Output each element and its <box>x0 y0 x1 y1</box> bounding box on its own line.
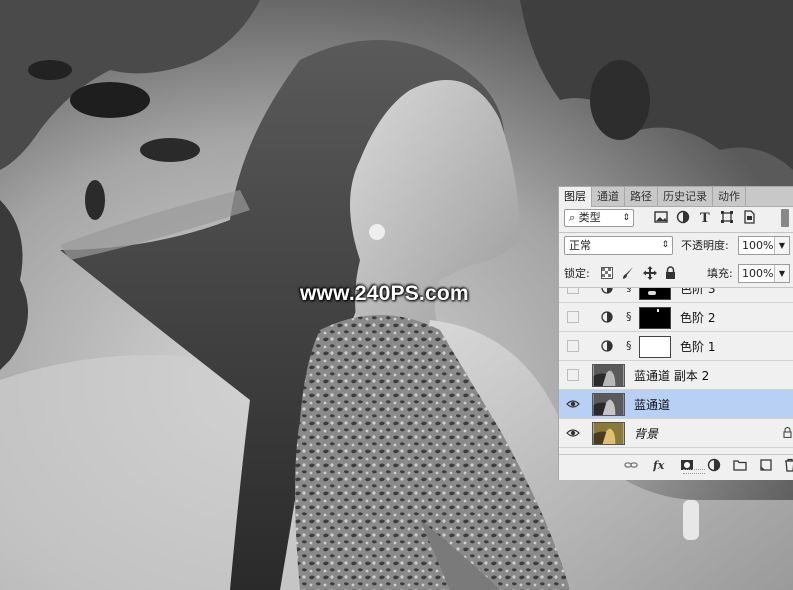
lock-label: 锁定: <box>564 267 590 280</box>
chain-link-icon[interactable]: § <box>626 288 632 294</box>
chevron-down-icon[interactable]: ▼ <box>774 237 789 254</box>
fill-label: 填充: <box>707 267 733 280</box>
filter-kind-select[interactable]: ⌕ 类型 ⇕ <box>564 209 634 227</box>
new-layer-icon[interactable] <box>759 458 773 472</box>
levels-adjustment-icon <box>601 288 613 294</box>
mask-spot <box>648 291 656 295</box>
tab-channels[interactable]: 通道 <box>592 187 625 206</box>
eye-icon[interactable] <box>566 397 580 411</box>
layer-name: 色阶 3 <box>680 288 716 296</box>
layer-thumbnail[interactable] <box>592 393 625 416</box>
link-icon[interactable] <box>624 458 638 472</box>
layers-list: § 色阶 3 § 色阶 2 § 色阶 1 蓝通道 <box>559 288 793 452</box>
layers-panel: 图层 通道 路径 历史记录 动作 ⌕ 类型 ⇕ T 正常 ⇕ 不透明度: 100… <box>558 186 793 480</box>
svg-text:T: T <box>700 211 710 224</box>
lock-all-icon[interactable] <box>665 266 676 280</box>
type-filter-icon[interactable]: T <box>698 210 712 224</box>
tab-history[interactable]: 历史记录 <box>658 187 713 206</box>
layer-row[interactable]: § 色阶 1 <box>559 332 793 361</box>
mask-spot <box>657 309 659 312</box>
svg-text:fx: fx <box>653 459 665 472</box>
visibility-toggle[interactable] <box>567 340 579 352</box>
layer-row[interactable]: § 色阶 2 <box>559 303 793 332</box>
layer-name: 背景 <box>634 427 659 441</box>
layer-row[interactable]: § 色阶 3 <box>559 288 793 303</box>
layer-mask-thumbnail[interactable] <box>639 307 671 329</box>
layer-thumbnail[interactable] <box>592 364 625 387</box>
adjustment-filter-icon[interactable] <box>676 210 690 224</box>
resize-grip[interactable] <box>683 469 705 474</box>
updown-arrow-icon: ⇕ <box>622 213 630 223</box>
tab-paths[interactable]: 路径 <box>625 187 658 206</box>
filter-toggle-switch[interactable] <box>781 209 789 227</box>
lock-position-move-icon[interactable] <box>643 266 657 280</box>
tab-layers[interactable]: 图层 <box>559 187 592 207</box>
layer-row[interactable]: 蓝通道 副本 2 <box>559 361 793 390</box>
divider <box>559 232 793 233</box>
smart-object-filter-icon[interactable] <box>742 210 756 224</box>
layer-name: 色阶 1 <box>680 340 716 354</box>
layer-thumbnail[interactable] <box>592 422 625 445</box>
blend-mode-value: 正常 <box>569 239 591 252</box>
opacity-label: 不透明度: <box>681 239 729 252</box>
visibility-toggle[interactable] <box>567 369 579 381</box>
opacity-input[interactable]: 100% ▼ <box>738 236 790 255</box>
layer-mask-thumbnail[interactable] <box>639 336 671 358</box>
blend-row: 正常 ⇕ 不透明度: 100% ▼ <box>563 236 790 258</box>
lock-icon <box>783 427 792 438</box>
blend-mode-select[interactable]: 正常 ⇕ <box>564 236 673 255</box>
image-filter-icon[interactable] <box>654 210 668 224</box>
layer-row-selected[interactable]: 蓝通道 <box>559 390 793 419</box>
folder-icon[interactable] <box>733 458 747 472</box>
chevron-down-icon[interactable]: ▼ <box>774 265 789 282</box>
fx-icon[interactable]: fx <box>653 458 667 472</box>
chain-link-icon[interactable]: § <box>626 310 632 323</box>
adjustment-icon[interactable] <box>707 458 721 472</box>
watermark-text: www.240PS.com <box>300 282 469 305</box>
panel-tabs: 图层 通道 路径 历史记录 动作 <box>559 187 793 207</box>
lock-pixels-brush-icon[interactable] <box>621 266 635 280</box>
levels-adjustment-icon <box>601 311 613 323</box>
eye-icon[interactable] <box>566 426 580 440</box>
visibility-toggle[interactable] <box>567 311 579 323</box>
layer-name: 蓝通道 副本 2 <box>634 369 710 383</box>
layer-name: 蓝通道 <box>634 398 671 412</box>
filter-row: ⌕ 类型 ⇕ T <box>563 209 790 229</box>
layer-name: 色阶 2 <box>680 311 716 325</box>
opacity-value: 100% <box>742 239 774 252</box>
tab-actions[interactable]: 动作 <box>713 187 746 206</box>
fill-input[interactable]: 100% ▼ <box>738 264 790 283</box>
shape-filter-icon[interactable] <box>720 210 734 224</box>
layer-row[interactable]: 背景 <box>559 419 793 448</box>
fill-value: 100% <box>742 267 774 280</box>
lock-row: 锁定: 填充: 100% ▼ <box>563 264 790 286</box>
layers-bottom-bar: fx <box>559 454 793 475</box>
chain-link-icon[interactable]: § <box>626 339 632 352</box>
layer-mask-thumbnail[interactable] <box>639 288 671 300</box>
filter-kind-label: 类型 <box>578 211 601 224</box>
updown-arrow-icon: ⇕ <box>661 240 669 250</box>
levels-adjustment-icon <box>601 340 613 352</box>
search-icon: ⌕ <box>569 211 576 224</box>
visibility-toggle[interactable] <box>567 288 579 294</box>
trash-icon[interactable] <box>783 458 793 472</box>
lock-transparent-icon[interactable] <box>601 267 613 279</box>
